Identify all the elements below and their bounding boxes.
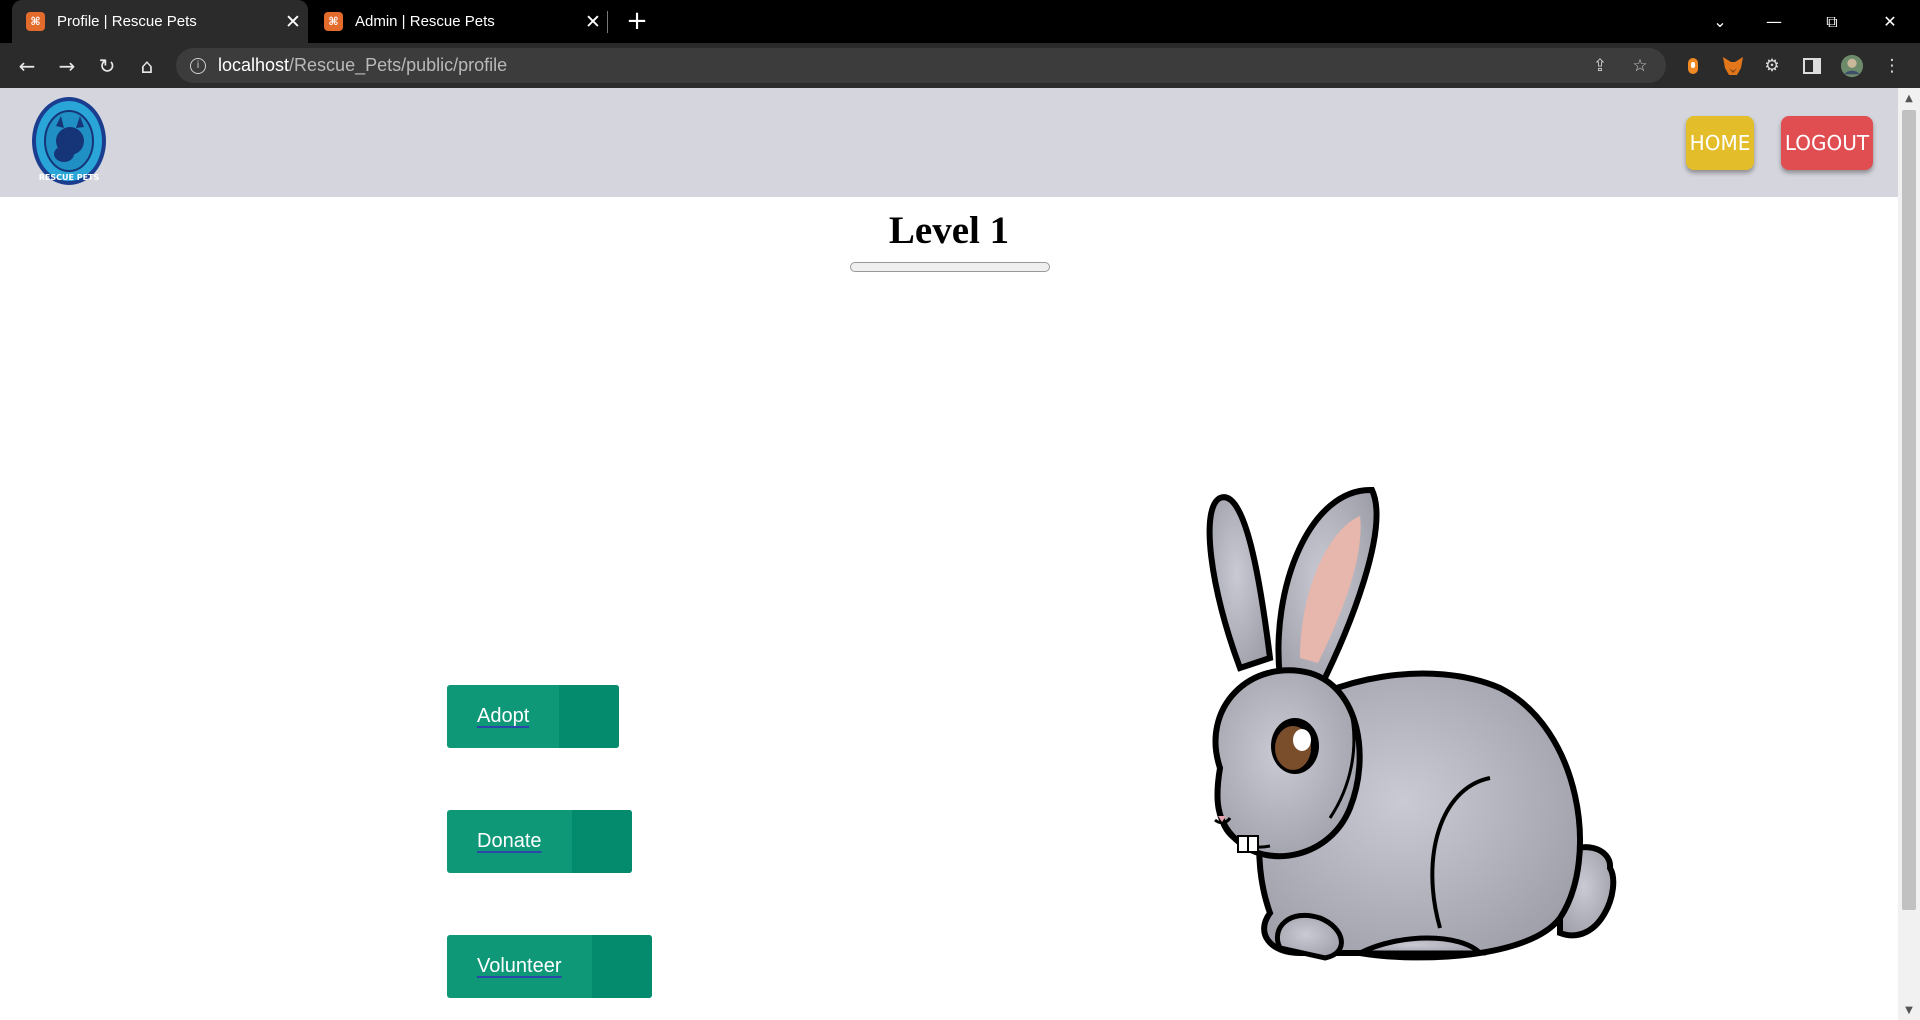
site-header: RESCUE PETS HOME LOGOUT [0, 88, 1898, 197]
button-accent [592, 935, 652, 998]
volunteer-label: Volunteer [477, 955, 562, 977]
level-title: Level 1 [888, 209, 1010, 252]
close-tab-icon[interactable]: ✕ [278, 11, 308, 33]
extension-orange-icon[interactable] [1681, 54, 1705, 78]
forward-arrow-icon[interactable]: → [50, 49, 84, 83]
button-accent [572, 810, 632, 873]
url-host: localhost [218, 55, 290, 75]
scroll-down-arrow-icon[interactable]: ▼ [1898, 1002, 1920, 1020]
logo-text: RESCUE PETS [39, 173, 100, 182]
minimize-button[interactable]: — [1748, 0, 1800, 43]
home-button[interactable]: HOME [1686, 116, 1754, 170]
extensions-puzzle-icon[interactable]: ⚙ [1760, 54, 1784, 78]
bookmark-star-icon[interactable]: ☆ [1630, 56, 1650, 76]
adopt-button[interactable]: Adopt [447, 685, 619, 748]
close-tab-icon[interactable]: ✕ [578, 11, 608, 33]
tab-admin[interactable]: ⌘ Admin | Rescue Pets ✕ [310, 0, 608, 43]
browser-toolbar: ← → ↻ ⌂ i localhost/Rescue_Pets/public/p… [0, 43, 1920, 88]
new-tab-button[interactable]: + [622, 6, 652, 36]
url-text: localhost/Rescue_Pets/public/profile [218, 55, 507, 76]
page-scrollbar[interactable]: ▲ ▼ [1898, 88, 1920, 1020]
button-accent [559, 685, 619, 748]
site-info-icon[interactable]: i [190, 57, 206, 74]
reload-icon[interactable]: ↻ [90, 49, 124, 83]
volunteer-button[interactable]: Volunteer [447, 935, 652, 998]
metamask-fox-icon[interactable] [1721, 54, 1745, 78]
window-close-button[interactable]: ✕ [1864, 0, 1916, 43]
rescue-pets-logo[interactable]: RESCUE PETS [30, 96, 108, 186]
level-progress-bar [850, 262, 1050, 272]
tab-profile[interactable]: ⌘ Profile | Rescue Pets ✕ [12, 0, 308, 43]
back-arrow-icon[interactable]: ← [10, 49, 44, 83]
tab-title: Admin | Rescue Pets [355, 13, 495, 30]
address-bar[interactable]: i localhost/Rescue_Pets/public/profile ⇪… [176, 48, 1666, 83]
side-panel-icon[interactable] [1800, 54, 1824, 78]
adopt-label: Adopt [477, 705, 530, 727]
donate-label: Donate [477, 830, 542, 852]
tab-separator [607, 11, 608, 33]
rabbit-illustration [1160, 388, 1640, 968]
logout-button[interactable]: LOGOUT [1781, 116, 1873, 170]
restore-button[interactable]: ⧉ [1806, 0, 1858, 43]
browser-menu-icon[interactable]: ⋮ [1880, 54, 1904, 78]
donate-button[interactable]: Donate [447, 810, 632, 873]
share-icon[interactable]: ⇪ [1590, 56, 1610, 76]
url-path: /Rescue_Pets/public/profile [289, 55, 508, 75]
browser-tabstrip: ⌘ Profile | Rescue Pets ✕ ⌘ Admin | Resc… [0, 0, 1920, 43]
tab-search-icon[interactable]: ⌄ [1694, 0, 1746, 43]
profile-avatar[interactable] [1840, 54, 1864, 78]
scrollbar-thumb[interactable] [1902, 110, 1916, 910]
scroll-up-arrow-icon[interactable]: ▲ [1898, 90, 1920, 108]
xampp-icon: ⌘ [26, 12, 45, 31]
tab-title: Profile | Rescue Pets [57, 13, 197, 30]
home-icon[interactable]: ⌂ [130, 49, 164, 83]
xampp-icon: ⌘ [324, 12, 343, 31]
page-viewport: RESCUE PETS HOME LOGOUT Level 1 Adopt Do… [0, 88, 1898, 1020]
